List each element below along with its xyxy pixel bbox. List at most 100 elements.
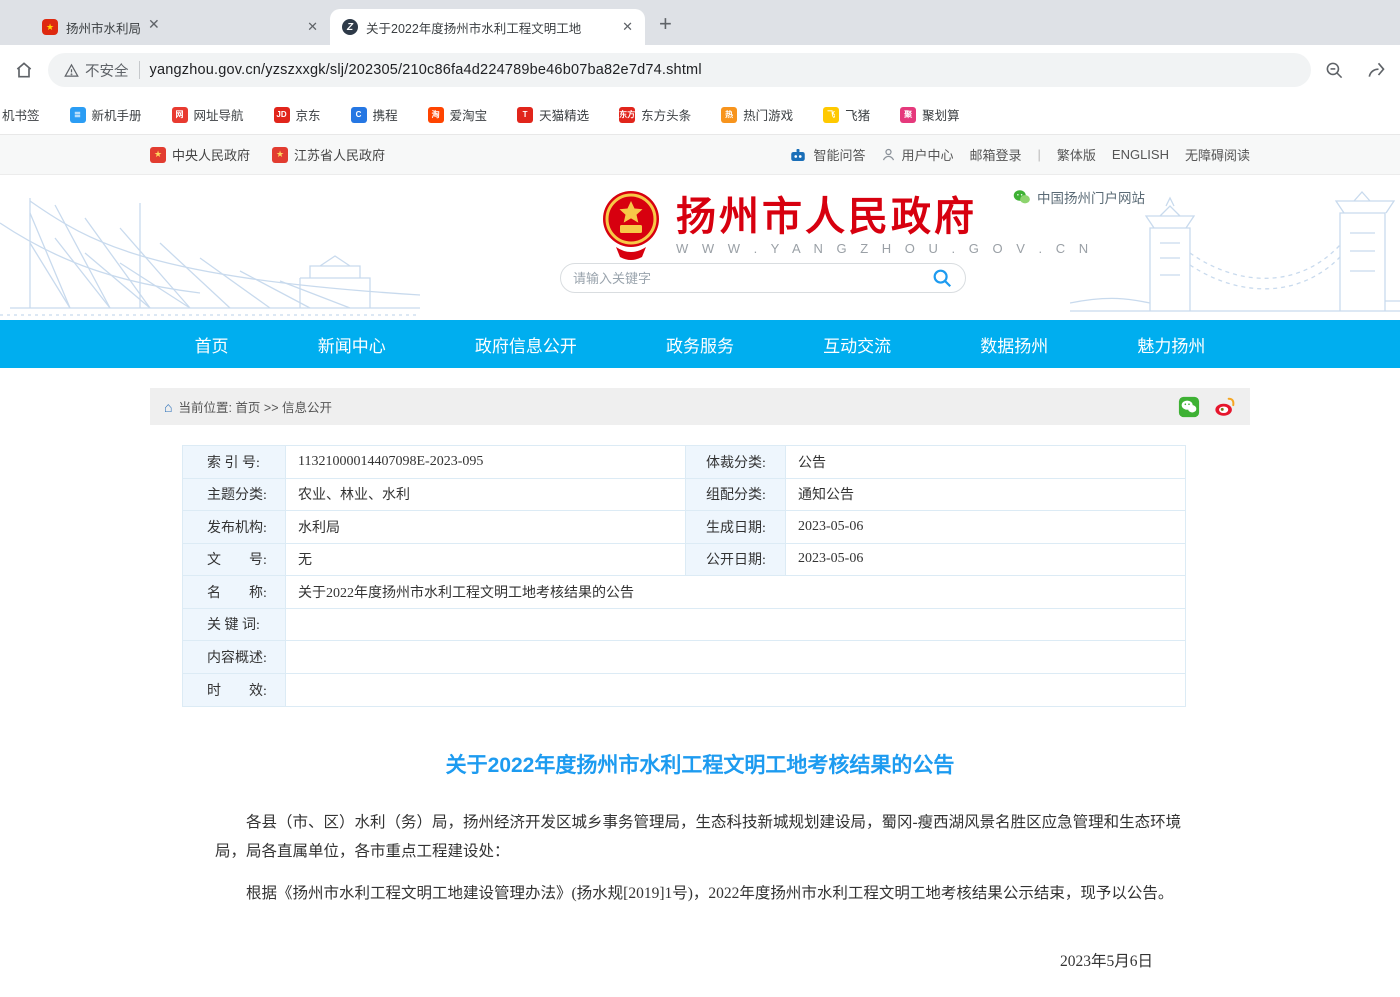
share-icon[interactable]	[1366, 60, 1386, 80]
bookmark-favicon: 热	[721, 107, 737, 123]
divider	[139, 61, 140, 79]
site-search-box[interactable]	[560, 263, 966, 293]
bookmark-label: 聚划算	[922, 105, 960, 124]
article-paragraph: 根据《扬州市水利工程文明工地建设管理办法》(扬水规[2019]1号)，2022年…	[215, 880, 1185, 909]
bookmark-item[interactable]: T 天猫精选	[517, 105, 589, 124]
gov-portal-link[interactable]: ★ 江苏省人民政府	[272, 145, 385, 164]
accessibility-link[interactable]: 无障碍阅读	[1185, 145, 1250, 164]
nav-item[interactable]: 魅力扬州	[1137, 332, 1205, 357]
nav-item[interactable]: 首页	[195, 332, 229, 357]
tab-title: 关于2022年度扬州市水利工程文明工地	[366, 18, 614, 37]
meta-label: 文 号:	[183, 544, 286, 576]
nav-item[interactable]: 政府信息公开	[475, 332, 577, 357]
wechat-share-icon[interactable]	[1178, 396, 1200, 418]
zoom-out-icon[interactable]	[1325, 61, 1344, 80]
user-icon	[881, 147, 896, 162]
divider: |	[1038, 147, 1041, 162]
national-emblem-favicon: ★	[42, 19, 58, 35]
nav-item[interactable]: 政务服务	[666, 332, 734, 357]
meta-label: 主题分类:	[183, 479, 286, 511]
bookmark-label: 东方头条	[641, 105, 691, 124]
smart-qa-link[interactable]: 智能问答	[789, 145, 865, 164]
bookmark-label: 携程	[373, 105, 398, 124]
home-icon[interactable]	[14, 60, 34, 80]
bookmark-item[interactable]: JD 京东	[274, 105, 321, 124]
national-emblem-icon: ★	[272, 147, 288, 163]
browser-address-bar: 不安全 yangzhou.gov.cn/yzszxxgk/slj/202305/…	[0, 45, 1400, 95]
new-tab-button[interactable]: +	[659, 11, 672, 37]
meta-value: 2023-05-06	[786, 511, 1185, 543]
wechat-icon	[1013, 189, 1031, 205]
nav-item[interactable]: 新闻中心	[318, 332, 386, 357]
gov-utility-bar: ★ 中央人民政府 ★ 江苏省人民政府 智能问答 用户中心 邮箱登录 | 繁体版	[0, 135, 1400, 175]
close-icon[interactable]: ✕	[622, 19, 633, 35]
table-row: 主题分类: 农业、林业、水利 组配分类: 通知公告	[183, 479, 1185, 512]
bookmark-item[interactable]: 聚 聚划算	[900, 105, 960, 124]
browser-tab-bar: ✕ ★ 扬州市水利局 ✕ Z 关于2022年度扬州市水利工程文明工地 ✕ +	[0, 0, 1400, 45]
bookmark-item[interactable]: ≣ 新机手册	[70, 105, 142, 124]
wechat-portal-link[interactable]: 中国扬州门户网站	[1013, 187, 1145, 207]
close-icon[interactable]: ✕	[148, 16, 160, 33]
bookmark-label: 爱淘宝	[450, 105, 488, 124]
bookmark-label: 京东	[296, 105, 321, 124]
meta-value	[286, 609, 1185, 641]
nav-item[interactable]: 数据扬州	[980, 332, 1048, 357]
main-navigation: 首页 新闻中心 政府信息公开 政务服务 互动交流 数据扬州 魅力扬州	[0, 320, 1400, 368]
bookmark-favicon: 东方	[619, 107, 635, 123]
meta-value	[286, 674, 1185, 707]
breadcrumb-label[interactable]: 当前位置: 首页 >> 信息公开	[178, 397, 332, 416]
table-row: 名 称: 关于2022年度扬州市水利工程文明工地考核结果的公告	[183, 576, 1185, 609]
english-version-link[interactable]: ENGLISH	[1112, 147, 1169, 162]
mail-login-link[interactable]: 邮箱登录	[969, 145, 1021, 164]
bookmark-favicon: T	[517, 107, 533, 123]
meta-label: 内容概述:	[183, 641, 286, 673]
meta-value: 无	[286, 544, 686, 576]
bookmark-item[interactable]: 热 热门游戏	[721, 105, 793, 124]
bookmark-favicon: 淘	[428, 107, 444, 123]
bookmark-favicon: ≣	[70, 107, 86, 123]
bookmark-item[interactable]: 机书签	[2, 105, 40, 124]
meta-label: 生成日期:	[686, 511, 786, 543]
nav-item[interactable]: 互动交流	[823, 332, 891, 357]
user-center-link[interactable]: 用户中心	[881, 145, 953, 164]
bridge-artwork-left	[0, 183, 420, 320]
bookmark-favicon: 飞	[823, 107, 839, 123]
article-title: 关于2022年度扬州市水利工程文明工地考核结果的公告	[215, 749, 1185, 779]
tab-yangzhou-water-bureau[interactable]: ★ 扬州市水利局 ✕	[30, 9, 330, 45]
meta-value	[286, 641, 1185, 673]
traditional-version-link[interactable]: 繁体版	[1057, 145, 1096, 164]
bookmark-item[interactable]: 东方 东方头条	[619, 105, 691, 124]
url-text[interactable]: yangzhou.gov.cn/yzszxxgk/slj/202305/210c…	[150, 62, 702, 78]
bookmark-label: 新机手册	[92, 105, 142, 124]
meta-value: 农业、林业、水利	[286, 479, 686, 511]
meta-value: 2023-05-06	[786, 544, 1185, 576]
announcement-article: 关于2022年度扬州市水利工程文明工地考核结果的公告 各县（市、区）水利（务）局…	[150, 749, 1250, 997]
table-row: 内容概述:	[183, 641, 1185, 674]
security-warning[interactable]: 不安全	[64, 60, 129, 81]
bookmark-item[interactable]: 淘 爱淘宝	[428, 105, 488, 124]
search-icon[interactable]	[931, 267, 953, 289]
bookmark-item[interactable]: 飞 飞猪	[823, 105, 870, 124]
bookmark-favicon: JD	[274, 107, 290, 123]
gov-portal-link[interactable]: ★ 中央人民政府	[150, 145, 250, 164]
meta-label: 公开日期:	[686, 544, 786, 576]
close-icon[interactable]: ✕	[307, 19, 318, 35]
bookmark-item[interactable]: C 携程	[351, 105, 398, 124]
bookmarks-bar: 机书签 ≣ 新机手册 网 网址导航 JD 京东 C 携程 淘 爱淘宝 T 天猫精…	[0, 95, 1400, 135]
weibo-share-icon[interactable]	[1214, 396, 1236, 418]
article-date: 2023年5月6日	[215, 949, 1185, 971]
table-row: 发布机构: 水利局 生成日期: 2023-05-06	[183, 511, 1185, 544]
url-omnibox[interactable]: 不安全 yangzhou.gov.cn/yzszxxgk/slj/202305/…	[48, 53, 1311, 87]
bookmark-item[interactable]: 网 网址导航	[172, 105, 244, 124]
tab-announcement-active[interactable]: Z 关于2022年度扬州市水利工程文明工地 ✕	[330, 9, 645, 45]
bookmark-label: 飞猪	[845, 105, 870, 124]
search-input[interactable]	[573, 271, 931, 286]
national-emblem-logo	[600, 189, 662, 261]
meta-value: 公告	[786, 446, 1185, 478]
browser-logo-favicon: Z	[342, 19, 358, 35]
tab-title: 扬州市水利局	[66, 18, 299, 37]
table-row: 索 引 号: 11321000014407098E-2023-095 体裁分类:…	[183, 446, 1185, 479]
national-emblem-icon: ★	[150, 147, 166, 163]
bookmark-label: 天猫精选	[539, 105, 589, 124]
not-secure-label: 不安全	[85, 60, 129, 81]
